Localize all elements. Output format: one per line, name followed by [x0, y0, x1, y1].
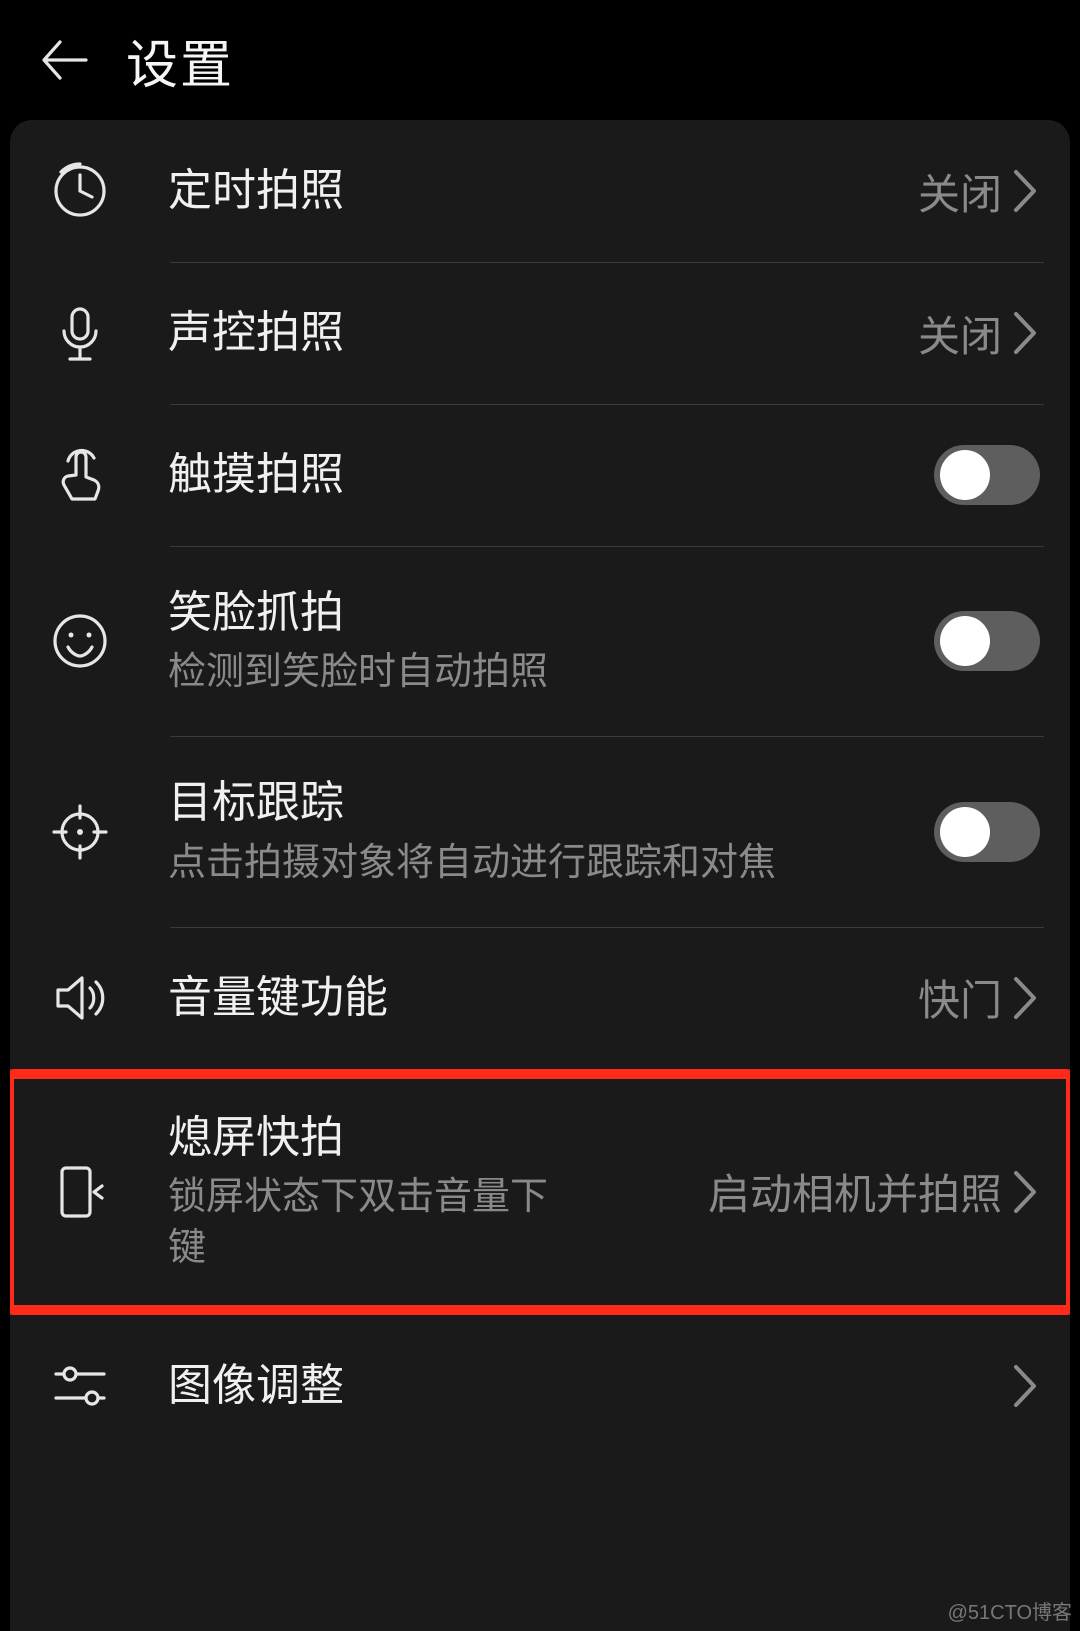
row-label: 音量键功能 [168, 969, 918, 1026]
row-value: 关闭 [918, 303, 1002, 364]
toggle-switch[interactable] [934, 611, 1040, 671]
row-image-adjust[interactable]: 图像调整 [10, 1315, 1070, 1457]
row-label: 声控拍照 [168, 304, 918, 361]
back-icon[interactable] [38, 34, 90, 86]
chevron-right-icon [1010, 1169, 1040, 1215]
row-label: 定时拍照 [168, 162, 918, 219]
target-icon [50, 802, 110, 862]
touch-icon [50, 445, 110, 505]
toggle-switch[interactable] [934, 802, 1040, 862]
row-value: 启动相机并拍照 [708, 1161, 1002, 1222]
volume-icon [50, 968, 110, 1028]
chevron-right-icon [1010, 975, 1040, 1021]
row-smile-capture[interactable]: 笑脸抓拍 检测到笑脸时自动拍照 [10, 546, 1070, 736]
settings-panel: 定时拍照 关闭 声控拍照 关闭 触摸拍照 [10, 120, 1070, 1631]
chevron-right-icon [1010, 1363, 1040, 1409]
chevron-right-icon [1010, 310, 1040, 356]
row-timer-shot[interactable]: 定时拍照 关闭 [10, 120, 1070, 262]
row-volume-key[interactable]: 音量键功能 快门 [10, 927, 1070, 1069]
row-value: 关闭 [918, 161, 1002, 222]
row-label: 熄屏快拍 锁屏状态下双击音量下键 [168, 1109, 708, 1275]
row-label: 触摸拍照 [168, 446, 934, 503]
row-value: 快门 [918, 967, 1002, 1028]
header: 设置 [0, 0, 1080, 120]
watermark: @51CTO博客 [948, 1596, 1072, 1625]
sliders-icon [50, 1356, 110, 1416]
row-target-tracking[interactable]: 目标跟踪 点击拍摄对象将自动进行跟踪和对焦 [10, 736, 1070, 926]
smile-icon [50, 611, 110, 671]
page-title: 设置 [126, 23, 234, 98]
row-label: 目标跟踪 点击拍摄对象将自动进行跟踪和对焦 [168, 774, 934, 888]
row-label: 图像调整 [168, 1357, 1010, 1414]
timer-icon [50, 161, 110, 221]
microphone-icon [50, 303, 110, 363]
row-touch-shot[interactable]: 触摸拍照 [10, 404, 1070, 546]
toggle-switch[interactable] [934, 445, 1040, 505]
row-quick-snapshot[interactable]: 熄屏快拍 锁屏状态下双击音量下键 启动相机并拍照 [10, 1069, 1070, 1315]
chevron-right-icon [1010, 168, 1040, 214]
row-voice-shot[interactable]: 声控拍照 关闭 [10, 262, 1070, 404]
row-label: 笑脸抓拍 检测到笑脸时自动拍照 [168, 584, 934, 698]
settings-screen: 设置 定时拍照 关闭 声控拍照 关闭 [0, 0, 1080, 1631]
phone-quick-icon [50, 1162, 110, 1222]
